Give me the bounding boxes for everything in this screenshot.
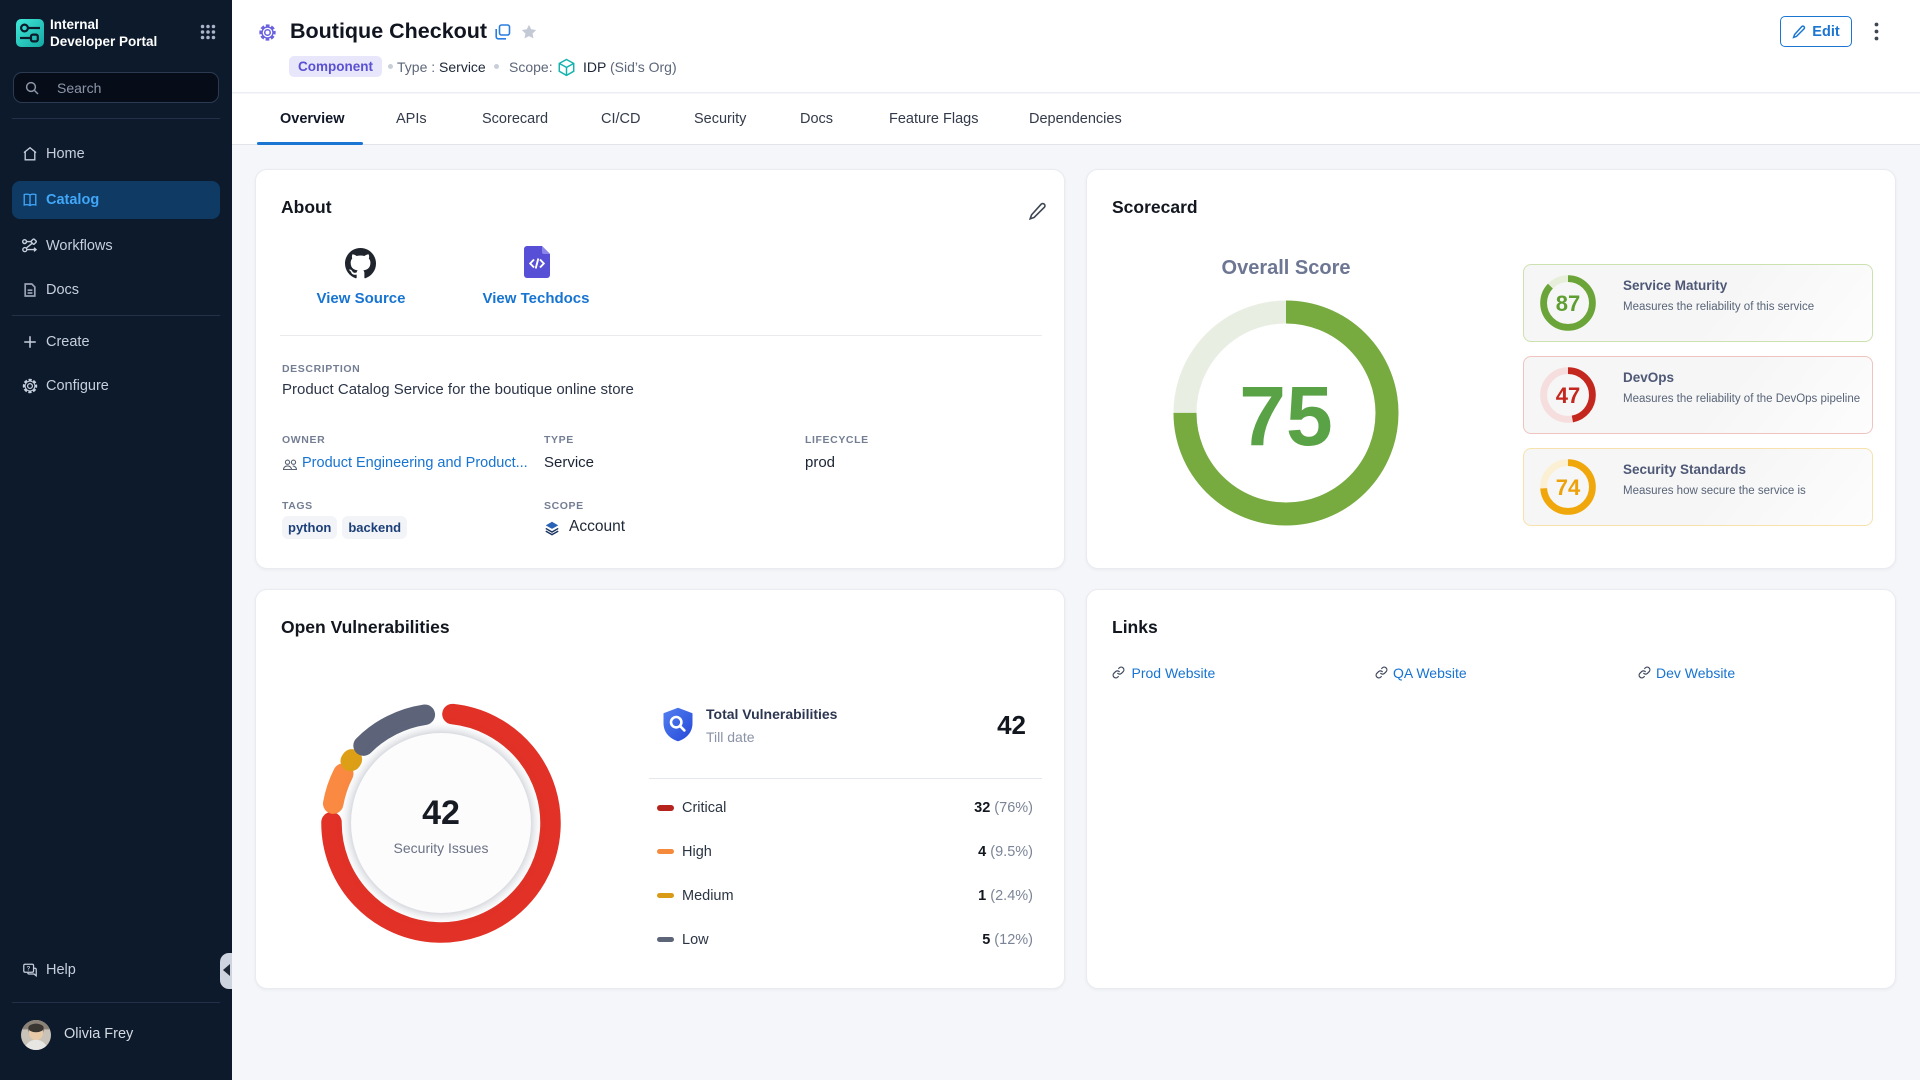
svg-text:87: 87	[1556, 291, 1580, 316]
svg-text:?: ?	[26, 966, 30, 973]
svg-text:74: 74	[1556, 475, 1581, 500]
svg-text:47: 47	[1556, 383, 1580, 408]
